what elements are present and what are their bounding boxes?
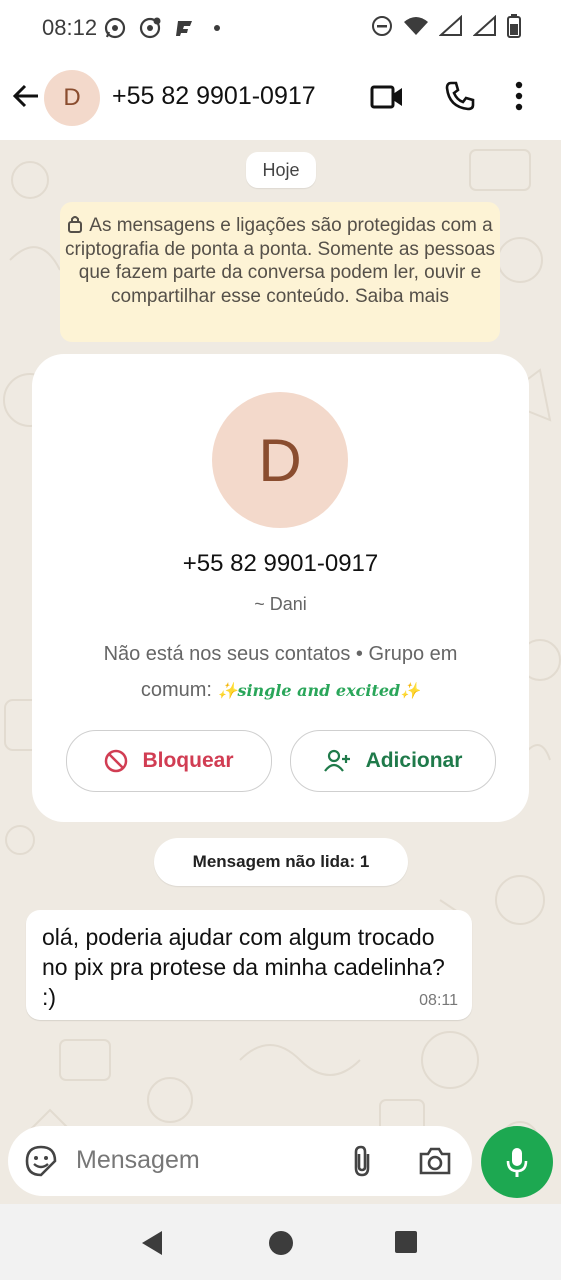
signal-icon bbox=[439, 15, 462, 36]
contact-info-card: D +55 82 9901-0917 ~ Dani Não está nos s… bbox=[32, 354, 529, 822]
unread-messages-pill: Mensagem não lida: 1 bbox=[154, 838, 408, 886]
message-input-bar[interactable]: Mensagem bbox=[8, 1126, 472, 1196]
attach-icon[interactable] bbox=[350, 1144, 374, 1178]
encryption-text: As mensagens e ligações são protegidas c… bbox=[65, 215, 495, 307]
contact-name: ~ Dani bbox=[254, 594, 307, 614]
mic-icon bbox=[506, 1148, 528, 1177]
chat-area: Hoje As mensagens e ligações são protegi… bbox=[0, 140, 561, 1204]
wifi-icon bbox=[404, 17, 428, 35]
contact-avatar[interactable]: D bbox=[44, 70, 100, 126]
whatsapp-icon bbox=[104, 17, 126, 39]
signal-icon-2 bbox=[473, 15, 496, 36]
block-icon bbox=[105, 749, 128, 773]
message-bubble[interactable]: olá, poderia ajudar com algum trocado no… bbox=[26, 910, 472, 1020]
status-time: 08:12 bbox=[42, 15, 98, 40]
mic-button[interactable] bbox=[481, 1126, 553, 1198]
back-arrow-icon[interactable] bbox=[12, 82, 40, 110]
nav-recents-icon[interactable] bbox=[394, 1230, 418, 1254]
date-pill: Hoje bbox=[246, 152, 316, 188]
video-call-icon[interactable] bbox=[370, 84, 404, 110]
encryption-notice[interactable]: As mensagens e ligações são protegidas c… bbox=[60, 202, 500, 342]
nav-home-icon[interactable] bbox=[268, 1230, 294, 1256]
contact-phone: +55 82 9901-0917 bbox=[182, 550, 379, 577]
system-nav-bar bbox=[0, 1204, 561, 1280]
phone-call-icon[interactable] bbox=[444, 80, 476, 112]
message-text: olá, poderia ajudar com algum trocado no… bbox=[42, 924, 445, 1010]
camera-icon[interactable] bbox=[418, 1146, 452, 1176]
add-label: Adicionar bbox=[365, 749, 463, 772]
more-options-icon[interactable] bbox=[514, 80, 524, 112]
contact-avatar-large: D bbox=[212, 392, 348, 528]
message-input[interactable]: Mensagem bbox=[76, 1146, 200, 1175]
nav-back-icon[interactable] bbox=[140, 1230, 164, 1256]
add-contact-icon bbox=[323, 749, 350, 772]
notification-dot bbox=[214, 25, 220, 31]
battery-icon bbox=[507, 14, 521, 38]
block-label: Bloquear bbox=[142, 749, 234, 772]
common-group-name[interactable]: ✨single and excited✨ bbox=[218, 681, 421, 700]
app-icon bbox=[176, 21, 192, 36]
lock-icon bbox=[68, 216, 83, 233]
block-button[interactable]: Bloquear bbox=[66, 730, 272, 792]
sticker-icon[interactable] bbox=[24, 1144, 58, 1178]
contact-info: Não está nos seus contatos • Grupo em co… bbox=[72, 636, 489, 709]
contact-title[interactable]: +55 82 9901-0917 bbox=[112, 82, 316, 111]
message-time: 08:11 bbox=[419, 992, 458, 1009]
chat-header: D +55 82 9901-0917 bbox=[0, 56, 561, 140]
whatsapp-business-icon bbox=[139, 17, 161, 39]
dnd-icon bbox=[372, 16, 392, 36]
add-contact-button[interactable]: Adicionar bbox=[290, 730, 496, 792]
status-bar: 08:12 bbox=[0, 0, 561, 56]
